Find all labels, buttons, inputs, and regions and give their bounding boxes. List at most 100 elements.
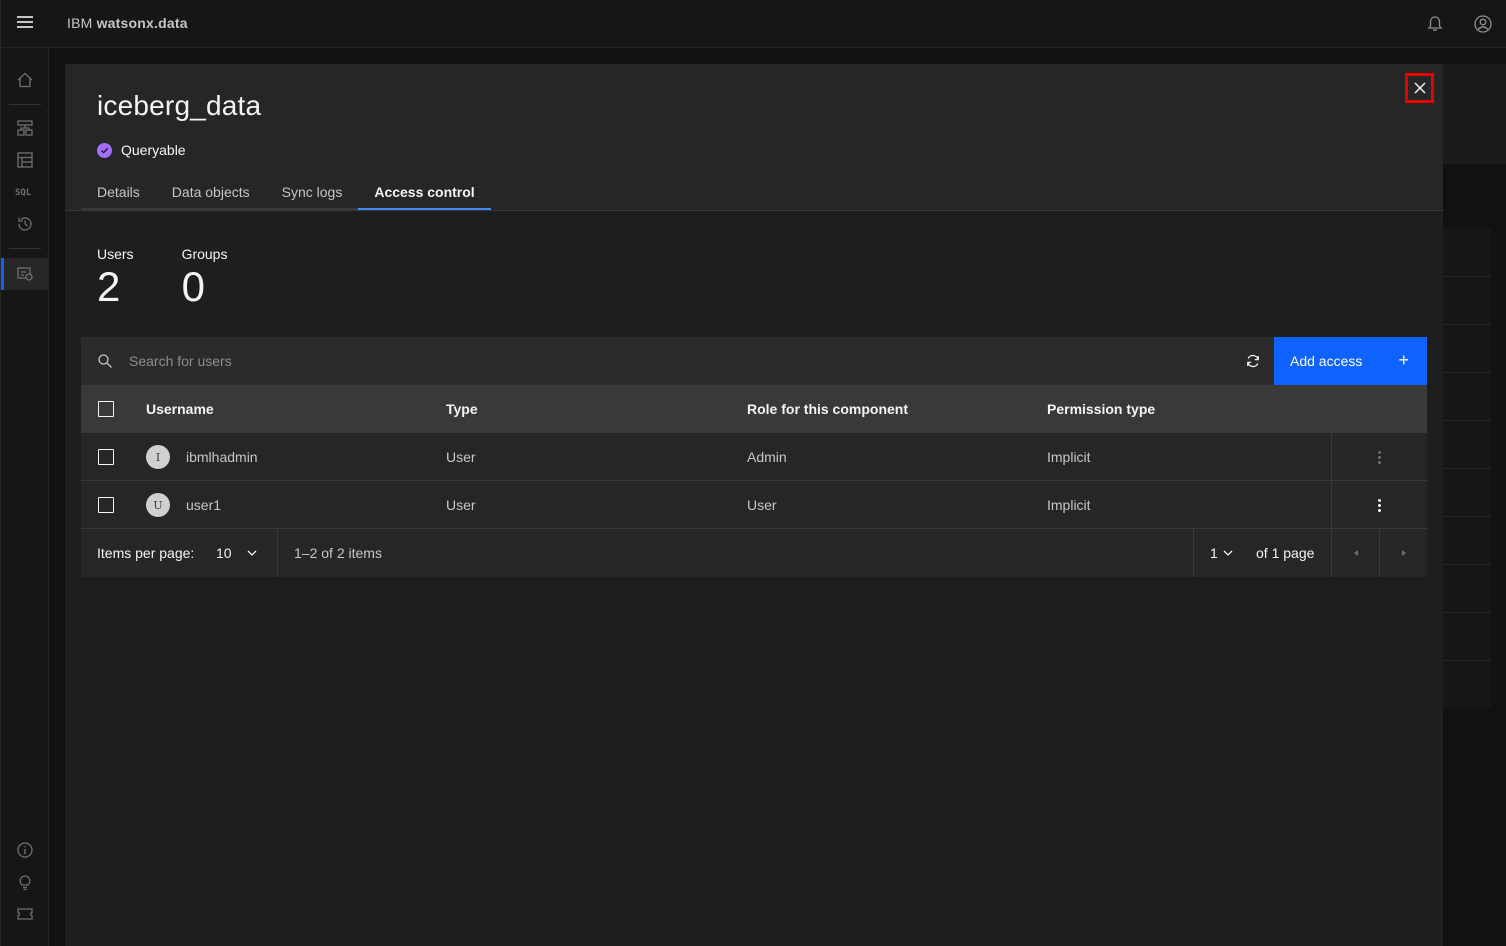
checkmark-filled-icon <box>97 142 112 158</box>
username-cell: I ibmlhadmin <box>146 433 258 481</box>
type-cell: User <box>446 449 476 465</box>
background-row-divider <box>1443 612 1491 613</box>
app-frame: IBM watsonx.data SQL iceberg_data Querya… <box>0 0 1506 946</box>
brand-prefix: IBM <box>67 15 93 31</box>
query-history-icon[interactable] <box>15 214 35 234</box>
background-row-divider <box>1443 372 1491 373</box>
background-row-divider <box>1443 420 1491 421</box>
brand-name: watsonx.data <box>96 15 188 31</box>
access-summary: Users 2 Groups 0 <box>97 246 227 310</box>
caret-right-icon <box>1401 550 1406 556</box>
chevron-down-icon <box>1223 550 1233 556</box>
row-overflow-menu-button[interactable] <box>1331 433 1427 481</box>
username: ibmlhadmin <box>186 449 258 465</box>
row-overflow-menu-button[interactable] <box>1331 481 1427 529</box>
background-row-divider <box>1443 468 1491 469</box>
access-control-icon[interactable] <box>15 264 35 284</box>
items-per-page-value: 10 <box>216 545 232 561</box>
tab-list: Details Data objects Sync logs Access co… <box>81 172 491 210</box>
users-stat-value: 2 <box>97 263 121 310</box>
status-label: Queryable <box>121 142 186 158</box>
ticket-icon[interactable] <box>15 904 35 924</box>
refresh-button[interactable] <box>1233 337 1273 385</box>
overflow-menu-icon <box>1378 498 1381 512</box>
column-header-role[interactable]: Role for this component <box>747 385 908 433</box>
table-row: U user1 User User Implicit <box>81 481 1427 529</box>
pagination-divider <box>277 529 278 577</box>
close-button[interactable] <box>1405 73 1434 103</box>
top-header: IBM watsonx.data <box>1 0 1506 48</box>
table-toolbar: Add access + <box>81 337 1427 385</box>
catalog-details-modal: iceberg_data Queryable Details Data obje… <box>65 64 1443 946</box>
chevron-down-icon <box>247 550 257 556</box>
column-header-type[interactable]: Type <box>446 385 478 433</box>
tab-access-control[interactable]: Access control <box>358 172 491 210</box>
search-users-input[interactable] <box>129 337 1229 385</box>
add-access-button[interactable]: Add access + <box>1274 337 1427 385</box>
product-name[interactable]: IBM watsonx.data <box>67 15 188 31</box>
search-icon <box>98 354 112 368</box>
type-cell: User <box>446 497 476 513</box>
groups-stat-value: 0 <box>181 263 205 310</box>
users-stat: Users 2 <box>97 246 134 310</box>
permission-type-cell: Implicit <box>1047 497 1091 513</box>
table-header-row: Username Type Role for this component Pe… <box>81 385 1427 433</box>
next-page-button[interactable] <box>1380 529 1427 577</box>
role-cell: Admin <box>747 449 787 465</box>
avatar: I <box>146 445 170 469</box>
page-number-value: 1 <box>1210 545 1218 561</box>
data-manager-icon[interactable] <box>15 150 35 170</box>
notification-bell-icon[interactable] <box>1425 14 1445 34</box>
infrastructure-icon[interactable] <box>15 118 35 138</box>
background-row-divider <box>1443 660 1491 661</box>
lightbulb-icon[interactable] <box>15 872 35 892</box>
rail-divider <box>9 248 41 249</box>
menu-icon[interactable] <box>17 16 33 30</box>
tab-sync-logs[interactable]: Sync logs <box>265 172 359 210</box>
role-cell: User <box>747 497 777 513</box>
users-stat-label: Users <box>97 246 134 262</box>
access-table: Username Type Role for this component Pe… <box>81 385 1427 577</box>
column-header-permission-type[interactable]: Permission type <box>1047 385 1155 433</box>
groups-stat-label: Groups <box>181 246 228 262</box>
status-indicator: Queryable <box>97 142 186 158</box>
overflow-menu-icon <box>1378 450 1381 464</box>
username-cell: U user1 <box>146 481 221 529</box>
groups-stat: Groups 0 <box>182 246 228 310</box>
previous-page-button[interactable] <box>1332 529 1379 577</box>
items-per-page-label: Items per page: <box>97 545 195 561</box>
sql-icon[interactable]: SQL <box>15 188 31 198</box>
modal-title: iceberg_data <box>97 90 262 121</box>
background-row-divider <box>1443 564 1491 565</box>
row-select-cell <box>98 481 114 529</box>
row-checkbox[interactable] <box>98 497 114 513</box>
page-select[interactable]: 1 <box>1210 529 1234 577</box>
select-all-checkbox[interactable] <box>98 401 114 417</box>
background-header-block <box>1443 64 1506 164</box>
tab-details[interactable]: Details <box>81 172 156 210</box>
background-row-divider <box>1443 276 1491 277</box>
close-icon <box>1413 82 1426 94</box>
add-access-label: Add access <box>1290 353 1363 369</box>
select-all-cell <box>98 385 114 433</box>
pagination: Items per page: 10 1–2 of 2 items 1 of 1… <box>81 529 1427 577</box>
table-row: I ibmlhadmin User Admin Implicit <box>81 433 1427 481</box>
items-per-page-select[interactable]: 10 <box>216 529 258 577</box>
information-icon[interactable] <box>15 840 35 860</box>
pagination-divider <box>1193 529 1194 577</box>
refresh-icon <box>1247 354 1259 368</box>
background-row-divider <box>1443 516 1491 517</box>
home-icon[interactable] <box>15 70 35 90</box>
row-checkbox[interactable] <box>98 449 114 465</box>
left-nav-rail: SQL <box>1 48 49 946</box>
column-header-username[interactable]: Username <box>146 385 214 433</box>
background-row-divider <box>1443 324 1491 325</box>
caret-left-icon <box>1353 550 1358 556</box>
user-profile-icon[interactable] <box>1473 14 1493 34</box>
rail-divider <box>9 104 41 105</box>
total-pages-text: of 1 page <box>1256 545 1315 561</box>
row-select-cell <box>98 433 114 481</box>
tab-data-objects[interactable]: Data objects <box>155 172 266 210</box>
username: user1 <box>186 497 222 513</box>
avatar: U <box>146 493 170 517</box>
